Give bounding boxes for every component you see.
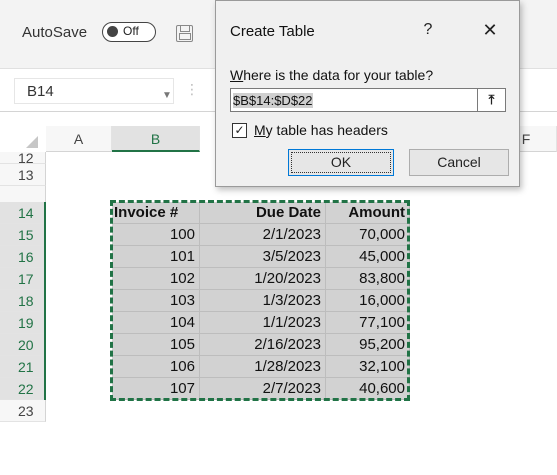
row-header-19[interactable]: 19 — [0, 312, 46, 334]
row-header-22[interactable]: 22 — [0, 378, 46, 400]
has-headers-label[interactable]: My table has headers — [254, 122, 388, 138]
chevron-down-icon[interactable]: ▼ — [162, 90, 172, 101]
column-header-b[interactable]: B — [112, 126, 200, 152]
collapse-dialog-icon[interactable]: ⤒ — [478, 88, 506, 112]
toggle-knob-icon — [107, 26, 118, 37]
table-cell[interactable]: 101 — [112, 246, 200, 268]
table-cell[interactable]: 83,800 — [326, 268, 410, 290]
autosave-toggle[interactable]: Off — [102, 22, 156, 42]
row-header-23[interactable]: 23 — [0, 400, 46, 422]
create-table-dialog: Create Table ? ✕ Where is the data for y… — [215, 0, 520, 187]
row-header-21[interactable]: 21 — [0, 356, 46, 378]
column-label: B — [150, 131, 161, 147]
select-all-corner[interactable] — [26, 136, 38, 148]
table-cell[interactable]: 32,100 — [326, 356, 410, 378]
autosave-label: AutoSave — [22, 24, 88, 41]
range-value: $B$14:$D$22 — [233, 93, 313, 108]
table-cell[interactable]: 104 — [112, 312, 200, 334]
ok-button[interactable]: OK — [288, 149, 394, 176]
column-label: A — [73, 131, 84, 147]
formula-separator-icon: ⋮ — [185, 81, 199, 97]
table-cell[interactable]: 107 — [112, 378, 200, 400]
table-cell[interactable]: 95,200 — [326, 334, 410, 356]
name-box[interactable]: B14 ▼ — [14, 78, 174, 104]
table-header-cell[interactable]: Amount — [326, 202, 410, 224]
table-cell[interactable]: 2/1/2023 — [200, 224, 326, 246]
prompt-text: here is the data for your table? — [243, 67, 434, 83]
cancel-button[interactable]: Cancel — [409, 149, 509, 176]
row-header-16[interactable]: 16 — [0, 246, 46, 268]
table-cell[interactable]: 3/5/2023 — [200, 246, 326, 268]
table-cell[interactable]: 77,100 — [326, 312, 410, 334]
table-cell[interactable]: 100 — [112, 224, 200, 246]
table-cell[interactable]: 103 — [112, 290, 200, 312]
data-range-prompt: Where is the data for your table? — [230, 67, 434, 83]
name-box-value: B14 — [27, 83, 54, 100]
column-label: F — [521, 131, 531, 147]
row-header-18[interactable]: 18 — [0, 290, 46, 312]
dialog-title: Create Table — [230, 23, 315, 40]
help-button[interactable]: ? — [416, 17, 440, 43]
table-header-cell[interactable]: Due Date — [200, 202, 326, 224]
row-header-20[interactable]: 20 — [0, 334, 46, 356]
save-icon[interactable] — [176, 25, 193, 42]
row-header-13[interactable]: 13 — [0, 164, 46, 186]
close-icon[interactable]: ✕ — [478, 17, 502, 43]
row-header-15[interactable]: 15 — [0, 224, 46, 246]
table-cell[interactable]: 2/7/2023 — [200, 378, 326, 400]
has-headers-checkbox[interactable]: ✓ — [232, 123, 247, 138]
table-cell[interactable]: 105 — [112, 334, 200, 356]
data-range-input[interactable]: $B$14:$D$22 — [230, 88, 478, 112]
table-cell[interactable]: 2/16/2023 — [200, 334, 326, 356]
row-header-17[interactable]: 17 — [0, 268, 46, 290]
table-cell[interactable]: 1/28/2023 — [200, 356, 326, 378]
autosave-state: Off — [123, 24, 139, 38]
table-cell[interactable]: 102 — [112, 268, 200, 290]
table-cell[interactable]: 45,000 — [326, 246, 410, 268]
table-cell[interactable]: 70,000 — [326, 224, 410, 246]
table-cell[interactable]: 1/1/2023 — [200, 312, 326, 334]
table-cell[interactable]: 1/3/2023 — [200, 290, 326, 312]
table-cell[interactable]: 106 — [112, 356, 200, 378]
row-header-12[interactable]: 12 — [0, 152, 46, 164]
column-header-a[interactable]: A — [46, 126, 112, 152]
row-header-14[interactable]: 14 — [0, 202, 46, 224]
table-header-cell[interactable]: Invoice # — [112, 202, 200, 224]
has-headers-text: y table has headers — [265, 122, 388, 138]
table-cell[interactable]: 1/20/2023 — [200, 268, 326, 290]
table-cell[interactable]: 40,600 — [326, 378, 410, 400]
table-cell[interactable]: 16,000 — [326, 290, 410, 312]
